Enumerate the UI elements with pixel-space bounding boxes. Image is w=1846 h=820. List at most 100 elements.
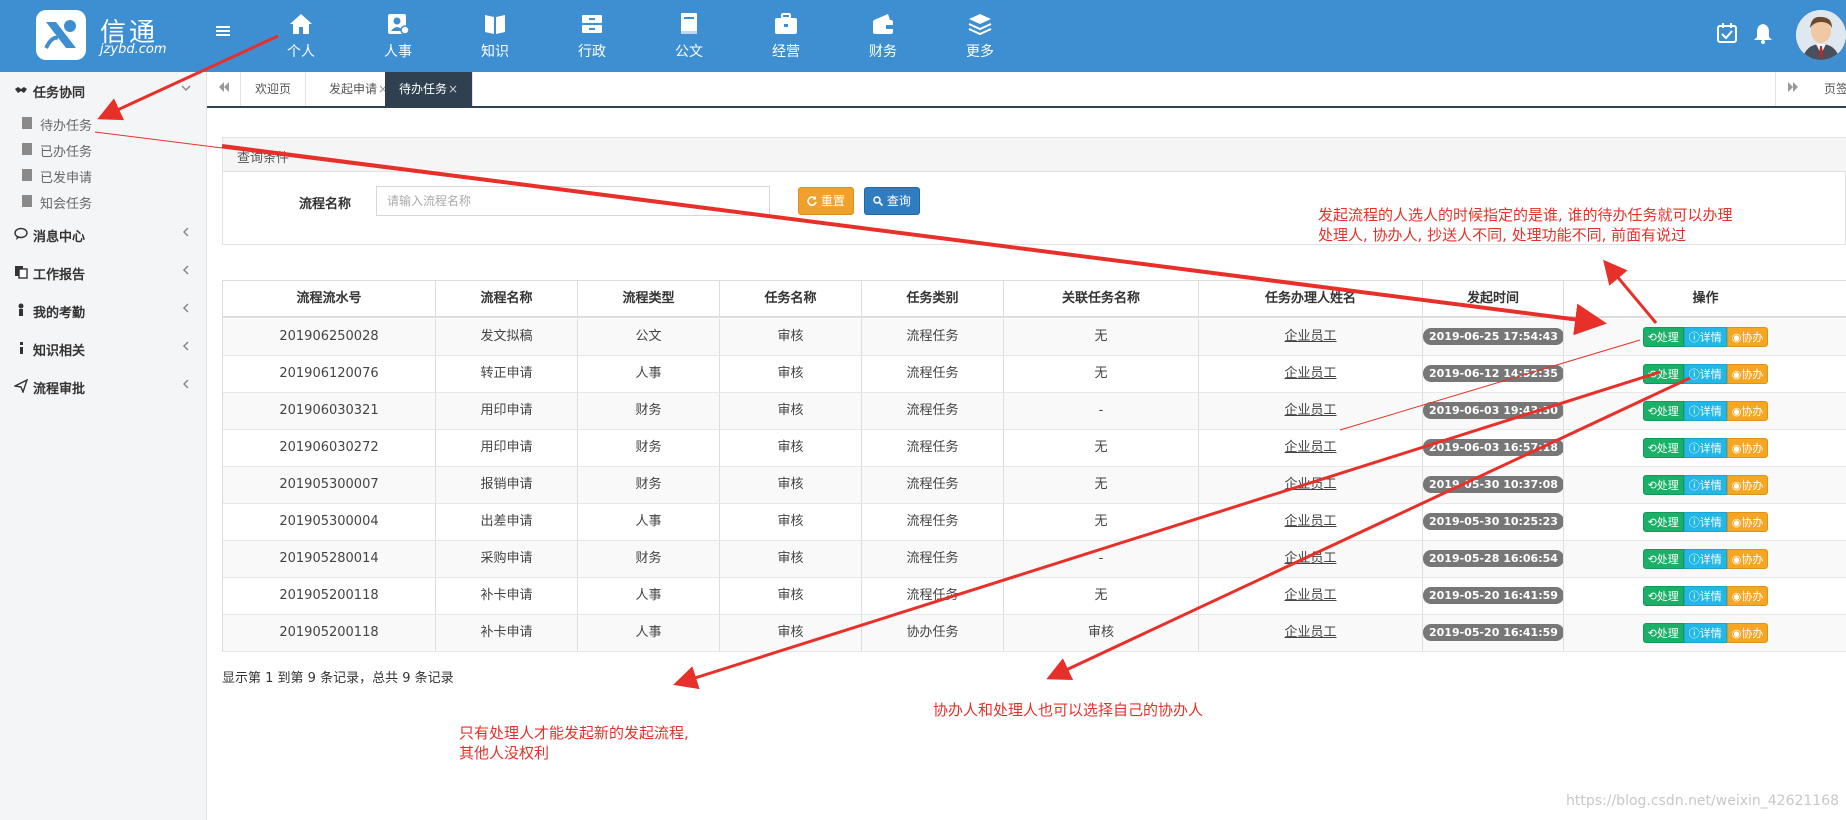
nav-item-personnel[interactable]: 人事 (359, 0, 437, 72)
handle-button[interactable]: ⟲处理 (1642, 363, 1684, 384)
assist-button[interactable]: ◉协办 (1726, 437, 1769, 458)
assignee-link[interactable]: 企业员工 (1199, 467, 1423, 503)
handle-button[interactable]: ⟲处理 (1642, 400, 1684, 421)
calendar-check-icon[interactable] (1716, 22, 1738, 44)
assist-button[interactable]: ◉协办 (1726, 585, 1769, 606)
sidebar-item-sent-requests[interactable]: 已发申请 (0, 162, 207, 188)
table-row[interactable]: 201905200118 补卡申请 人事 审核 流程任务 无 企业员工 2019-05-20 … (223, 578, 1846, 615)
column-header[interactable]: 任务名称 (720, 281, 862, 316)
table-row[interactable]: 201906030272 用印申请 财务 审核 流程任务 无 企业员工 2019-06-03 … (223, 430, 1846, 467)
sidebar-group-approval[interactable]: 流程审批 (0, 368, 207, 404)
nav-item-admin[interactable]: 行政 (553, 0, 631, 72)
cell-text[interactable]: 企业员工 (1284, 440, 1336, 455)
assignee-link[interactable]: 企业员工 (1199, 541, 1423, 577)
reset-button[interactable]: 重置 (798, 187, 854, 215)
cell-text[interactable]: 企业员工 (1284, 625, 1336, 640)
tab-operations-menu[interactable]: 页签操作 (1810, 72, 1846, 106)
cell-text[interactable]: 企业员工 (1284, 588, 1336, 603)
sidebar-item-pending-tasks[interactable]: 待办任务 (0, 110, 207, 136)
menu-toggle-icon[interactable] (216, 22, 236, 46)
cell-text[interactable]: 企业员工 (1284, 477, 1336, 492)
nav-item-official-docs[interactable]: 公文 (650, 0, 728, 72)
detail-button[interactable]: ⓘ详情 (1683, 548, 1727, 569)
assist-button[interactable]: ◉协办 (1726, 363, 1769, 384)
column-header[interactable]: 流程类型 (578, 281, 720, 316)
handle-button[interactable]: ⟲处理 (1642, 511, 1684, 532)
sidebar-group-attendance[interactable]: 我的考勤 (0, 292, 207, 328)
sidebar-group-knowledge[interactable]: 知识相关 (0, 330, 207, 366)
assignee-link[interactable]: 企业员工 (1199, 319, 1423, 355)
column-header[interactable]: 任务办理人姓名 (1199, 281, 1423, 316)
search-button[interactable]: 查询 (864, 187, 920, 215)
detail-button[interactable]: ⓘ详情 (1683, 585, 1727, 606)
assist-button[interactable]: ◉协办 (1726, 326, 1769, 347)
nav-item-finance[interactable]: 财务 (844, 0, 922, 72)
assignee-link[interactable]: 企业员工 (1199, 504, 1423, 540)
table-row[interactable]: 201905300004 出差申请 人事 审核 流程任务 无 企业员工 2019-05-30 … (223, 504, 1846, 541)
cell-text: 无 (1094, 477, 1108, 492)
bell-icon[interactable] (1752, 22, 1774, 44)
assignee-link[interactable]: 企业员工 (1199, 393, 1423, 429)
sidebar-group-task-collab[interactable]: 任务协同 (0, 72, 207, 108)
handle-button[interactable]: ⟲处理 (1642, 437, 1684, 458)
handle-button[interactable]: ⟲处理 (1642, 585, 1684, 606)
cell-text[interactable]: 企业员工 (1284, 329, 1336, 344)
close-icon[interactable]: × (448, 82, 458, 96)
tabs-scroll-right-icon[interactable] (1775, 72, 1809, 106)
assignee-link[interactable]: 企业员工 (1199, 615, 1423, 651)
column-header[interactable]: 发起时间 (1423, 281, 1564, 316)
sidebar-group-work-report[interactable]: 工作报告 (0, 254, 207, 290)
tabs-scroll-left-icon[interactable] (207, 72, 241, 106)
column-header[interactable]: 流程名称 (436, 281, 578, 316)
nav-item-more[interactable]: 更多 (941, 0, 1019, 72)
nav-item-knowledge[interactable]: 知识 (456, 0, 534, 72)
sidebar-group-messages[interactable]: 消息中心 (0, 216, 207, 252)
column-header[interactable]: 流程流水号 (223, 281, 436, 316)
sidebar-item-notify-tasks[interactable]: 知会任务 (0, 188, 207, 214)
detail-button[interactable]: ⓘ详情 (1683, 437, 1727, 458)
table-row[interactable]: 201906030321 用印申请 财务 审核 流程任务 - 企业员工 2019-06-03 … (223, 393, 1846, 430)
tab-welcome[interactable]: 欢迎页 (241, 72, 307, 106)
sidebar-group-label: 消息中心 (33, 230, 86, 245)
handle-button[interactable]: ⟲处理 (1642, 548, 1684, 569)
serial-number-cell: 201905200118 (223, 578, 436, 614)
assist-button[interactable]: ◉协办 (1726, 474, 1769, 495)
detail-button[interactable]: ⓘ详情 (1683, 326, 1727, 347)
handle-button[interactable]: ⟲处理 (1642, 326, 1684, 347)
column-header[interactable]: 任务类别 (862, 281, 1004, 316)
assignee-link[interactable]: 企业员工 (1199, 356, 1423, 392)
cell-text[interactable]: 企业员工 (1284, 403, 1336, 418)
column-header[interactable]: 关联任务名称 (1004, 281, 1199, 316)
table-row[interactable]: 201905280014 采购申请 财务 审核 流程任务 - 企业员工 2019-05-28 … (223, 541, 1846, 578)
assist-button[interactable]: ◉协办 (1726, 548, 1769, 569)
handle-button[interactable]: ⟲处理 (1642, 622, 1684, 643)
app-logo[interactable]: 信通 jzybd.com (36, 10, 176, 62)
time-badge: 2019-05-28 16:06:54 (1423, 550, 1563, 567)
detail-button[interactable]: ⓘ详情 (1683, 622, 1727, 643)
assignee-link[interactable]: 企业员工 (1199, 578, 1423, 614)
nav-item-business[interactable]: 经营 (747, 0, 825, 72)
assist-button[interactable]: ◉协办 (1726, 622, 1769, 643)
detail-button[interactable]: ⓘ详情 (1683, 474, 1727, 495)
cell-text[interactable]: 企业员工 (1284, 366, 1336, 381)
table-row[interactable]: 201906250028 发文拟稿 公文 审核 流程任务 无 企业员工 2019-06-25 … (223, 319, 1846, 356)
detail-button[interactable]: ⓘ详情 (1683, 511, 1727, 532)
cell-text[interactable]: 企业员工 (1284, 551, 1336, 566)
process-name-input[interactable] (376, 186, 770, 216)
table-row[interactable]: 201905200118 补卡申请 人事 审核 协办任务 审核 企业员工 2019-05-20… (223, 615, 1846, 652)
detail-button[interactable]: ⓘ详情 (1683, 363, 1727, 384)
assist-button[interactable]: ◉协办 (1726, 400, 1769, 421)
table-row[interactable]: 201905300007 报销申请 财务 审核 流程任务 无 企业员工 2019-05-30 … (223, 467, 1846, 504)
cell-text: 转正申请 (480, 366, 533, 381)
nav-item-personal[interactable]: 个人 (262, 0, 340, 72)
user-avatar[interactable] (1796, 10, 1846, 60)
cell-text[interactable]: 企业员工 (1284, 514, 1336, 529)
sidebar-item-done-tasks[interactable]: 已办任务 (0, 136, 207, 162)
assist-button[interactable]: ◉协办 (1726, 511, 1769, 532)
table-row[interactable]: 201906120076 转正申请 人事 审核 流程任务 无 企业员工 2019-06-12 … (223, 356, 1846, 393)
assignee-link[interactable]: 企业员工 (1199, 430, 1423, 466)
detail-button[interactable]: ⓘ详情 (1683, 400, 1727, 421)
actions-cell: ⟲处理 ⓘ详情 ◉协办 (1564, 319, 1846, 355)
tab-pending-tasks[interactable]: 待办任务× (385, 72, 474, 106)
handle-button[interactable]: ⟲处理 (1642, 474, 1684, 495)
